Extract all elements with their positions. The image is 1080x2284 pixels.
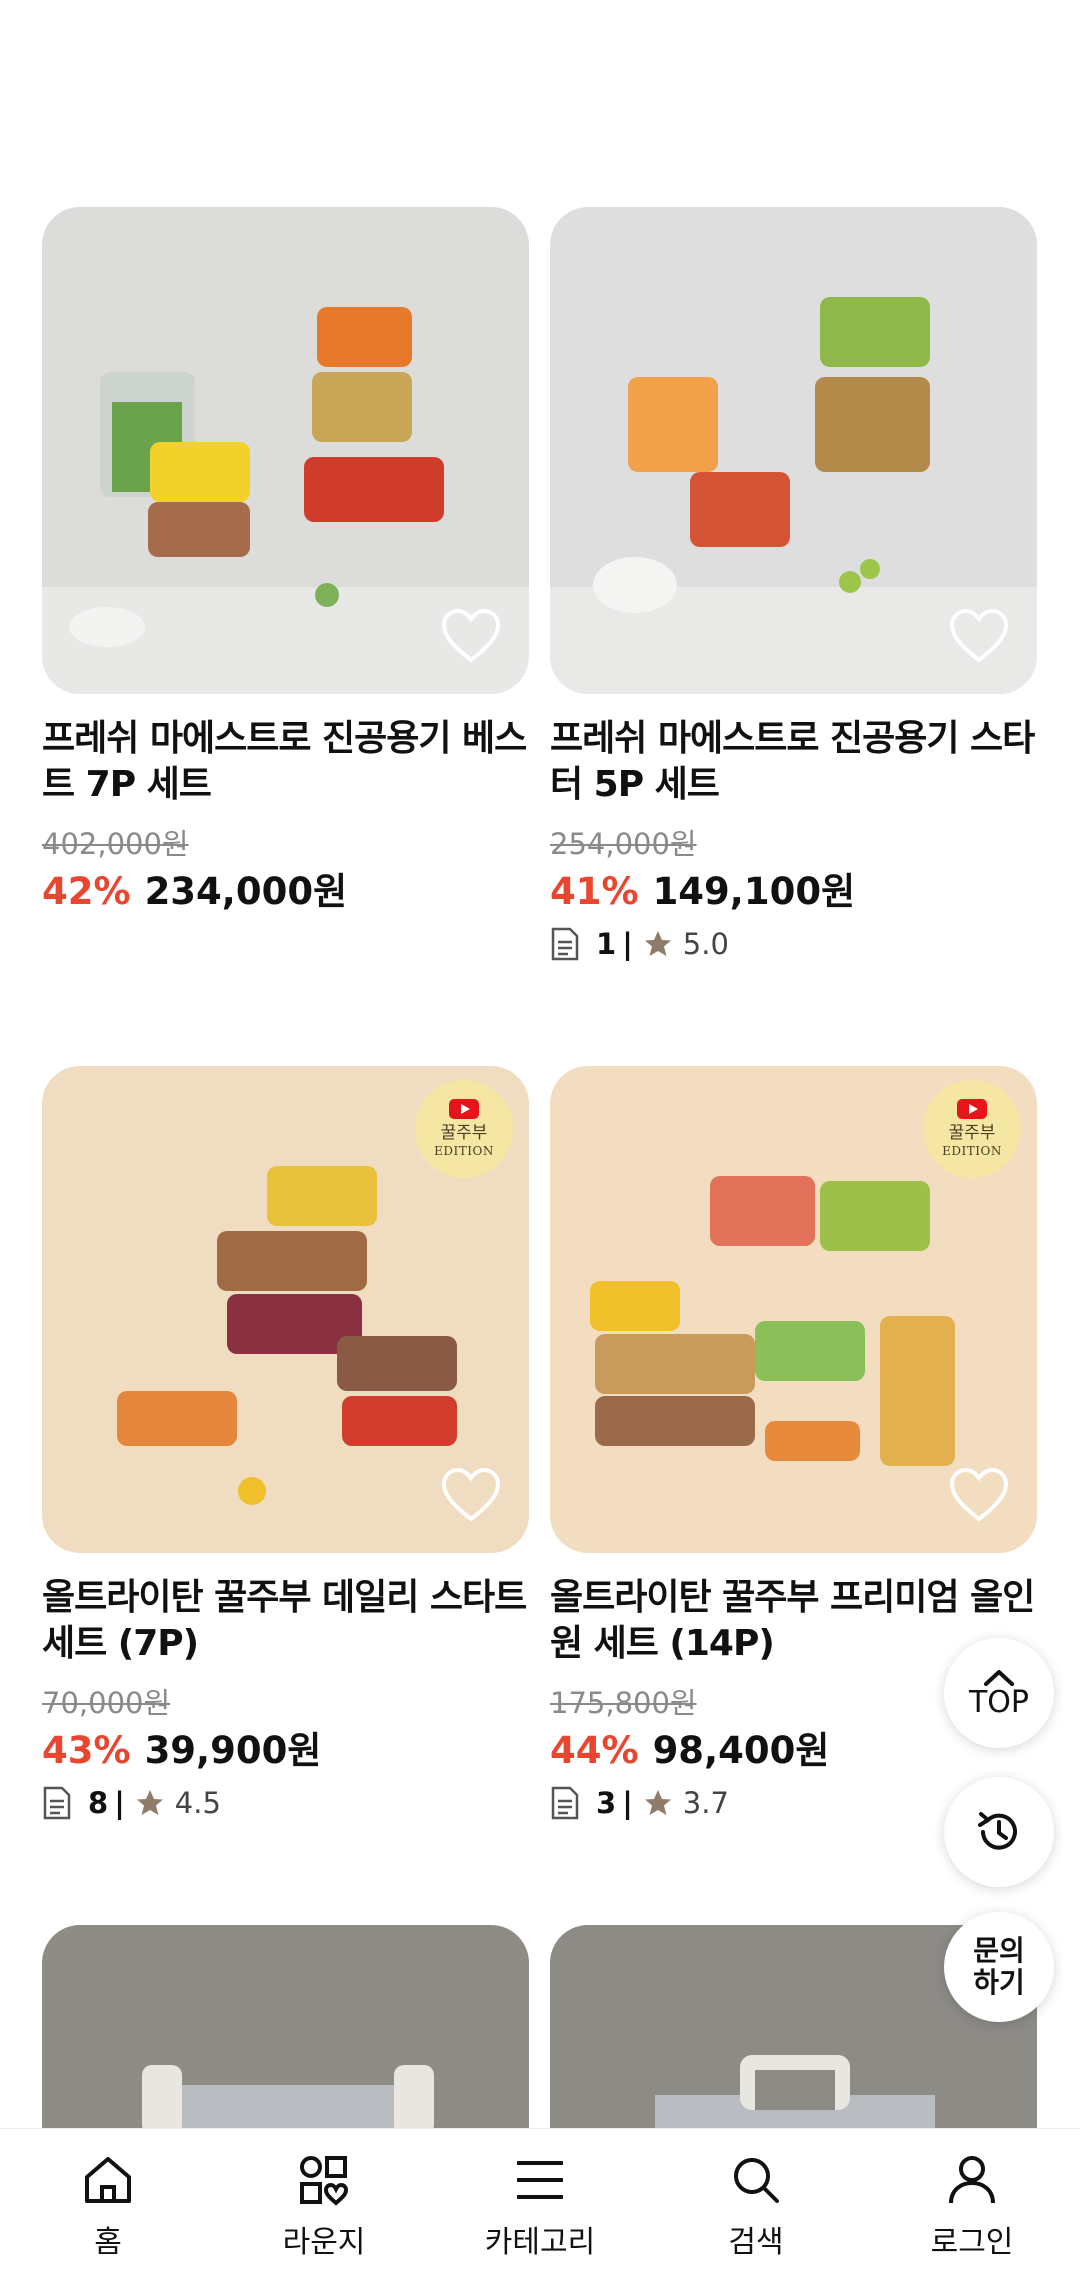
product-title[interactable]: 프레쉬 마에스트로 진공용기 베스트 7P 세트 [42,716,529,808]
tab-label: 로그인 [930,2225,1014,2260]
history-icon [978,1812,1017,1850]
review-meta: 8 | 4.5 [42,1783,529,1823]
sale-price: 234,000원 [144,870,348,913]
search-icon [734,2158,779,2203]
edition-badge: 꿀주부 EDITION [415,1080,513,1178]
product-title[interactable]: 프레쉬 마에스트로 진공용기 스타터 5P 세트 [550,716,1037,808]
sale-price: 149,100원 [652,870,856,913]
original-price: 70,000원 [42,1686,171,1720]
home-icon [85,2157,131,2203]
youtube-icon [957,1099,987,1119]
heart-icon[interactable] [949,1467,1009,1523]
product-image[interactable] [42,207,529,694]
inquiry-button[interactable]: 문의 하기 [944,1912,1054,2022]
sale-price: 39,900원 [144,1729,322,1772]
review-count: 8 [88,1786,109,1820]
badge-line1: 꿀주부 [948,1123,996,1143]
product-card[interactable] [42,1925,529,2135]
rating-value: 5.0 [682,927,729,961]
meta-separator: | [622,1786,633,1820]
tab-home[interactable]: 홈 [0,2129,216,2284]
edition-badge: 꿀주부 EDITION [923,1080,1021,1178]
badge-line1: 꿀주부 [440,1123,488,1143]
product-title[interactable]: 올트라이탄 꿀주부 데일리 스타트 세트 (7P) [42,1575,529,1667]
product-image[interactable] [550,207,1037,694]
rating-value: 4.5 [174,1786,221,1820]
recent-history-button[interactable] [944,1777,1054,1887]
tab-category[interactable]: 카테고리 [432,2129,648,2284]
review-document-icon [551,1786,579,1820]
product-image[interactable]: 꿀주부 EDITION [42,1066,529,1553]
original-price: 254,000원 [550,827,697,861]
tab-label: 라운지 [282,2225,366,2260]
product-image[interactable]: 꿀주부 EDITION [550,1066,1037,1553]
review-count: 3 [596,1786,617,1820]
sale-price: 98,400원 [652,1729,830,1772]
star-icon [644,1790,671,1815]
product-card[interactable]: 프레쉬 마에스트로 진공용기 스타터 5P 세트 254,000원 41% 14… [550,207,1037,964]
heart-icon[interactable] [441,1467,501,1523]
badge-line2: EDITION [942,1144,1002,1158]
star-icon [136,1790,163,1815]
scroll-top-button[interactable]: TOP [944,1638,1054,1748]
tab-label: 홈 [94,2225,122,2260]
product-card[interactable]: 꿀주부 EDITION 올트라이탄 꿀주부 데일리 스타트 세트 (7P) 70… [42,1066,529,1823]
product-photo [42,1925,529,2135]
price-row: 42% 234,000원 [42,868,529,916]
top-label: TOP [968,1685,1030,1720]
meta-separator: | [114,1786,125,1820]
badge-line2: EDITION [434,1144,494,1158]
review-document-icon [43,1786,71,1820]
tab-label: 검색 [728,2225,784,2260]
review-document-icon [551,927,579,961]
product-card[interactable]: 프레쉬 마에스트로 진공용기 베스트 7P 세트 402,000원 42% 23… [42,207,529,916]
bottom-tab-bar: 홈 라운지 카테고리 검색 로그인 [0,2128,1080,2284]
original-price: 402,000원 [42,827,189,861]
tab-login[interactable]: 로그인 [864,2129,1080,2284]
price-row: 41% 149,100원 [550,868,1037,916]
tab-label: 카테고리 [484,2225,596,2260]
rating-value: 3.7 [682,1786,729,1820]
price-row: 43% 39,900원 [42,1727,529,1775]
review-count: 1 [596,927,617,961]
inquiry-label: 문의 하기 [973,1934,1025,1999]
discount-rate: 41% [550,870,639,913]
star-icon [644,931,671,956]
heart-icon[interactable] [949,608,1009,664]
youtube-icon [449,1099,479,1119]
tab-search[interactable]: 검색 [648,2129,864,2284]
person-icon [949,2156,995,2204]
chevron-up-icon [984,1670,1014,1686]
review-meta: 1 | 5.0 [550,924,1037,964]
heart-icon[interactable] [441,608,501,664]
discount-rate: 42% [42,870,131,913]
discount-rate: 43% [42,1729,131,1772]
menu-icon [517,2161,563,2199]
meta-separator: | [622,927,633,961]
discount-rate: 44% [550,1729,639,1772]
product-image[interactable] [42,1925,529,2135]
lounge-icon [300,2156,349,2206]
tab-lounge[interactable]: 라운지 [216,2129,432,2284]
